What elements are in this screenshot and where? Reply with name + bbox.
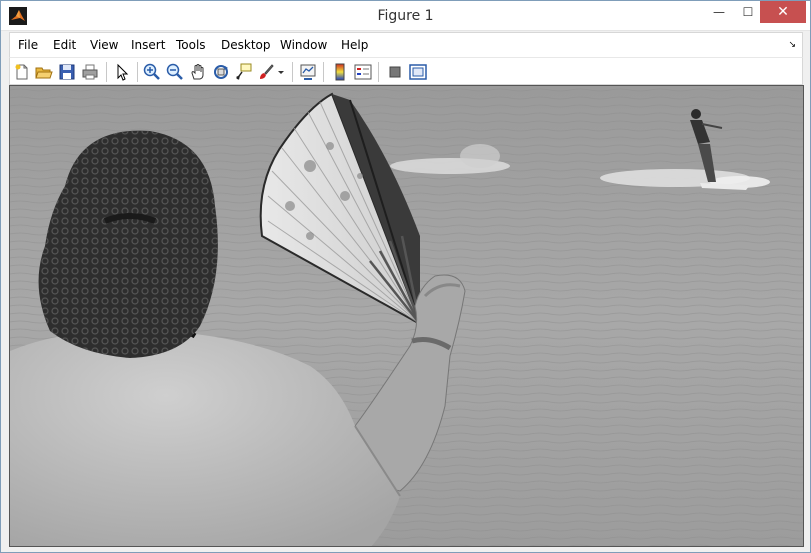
toolbar-separator	[292, 62, 293, 82]
zoom-out-icon[interactable]	[165, 62, 185, 82]
window-title: Figure 1	[377, 8, 434, 24]
menu-help[interactable]: Help	[341, 38, 368, 52]
menu-bar: File Edit View Insert Tools Desktop Wind…	[9, 32, 803, 57]
figure-toolbar	[9, 57, 803, 85]
figure-window: Figure 1 — ☐ ✕ File Edit View Insert Too…	[0, 0, 811, 553]
menubar-dock-icon[interactable]: ↘	[788, 39, 796, 50]
insert-colorbar-icon[interactable]	[330, 62, 350, 82]
title-bar[interactable]: Figure 1 — ☐ ✕	[1, 1, 810, 31]
zoom-in-icon[interactable]	[142, 62, 162, 82]
edit-plot-icon[interactable]	[112, 62, 132, 82]
rotate-3d-icon[interactable]	[211, 62, 231, 82]
insert-legend-icon[interactable]	[353, 62, 373, 82]
data-cursor-icon[interactable]	[234, 62, 254, 82]
maximize-button[interactable]: ☐	[733, 1, 763, 23]
menu-tools[interactable]: Tools	[176, 38, 206, 52]
menu-file[interactable]: File	[18, 38, 38, 52]
close-button[interactable]: ✕	[760, 1, 806, 23]
save-figure-icon[interactable]	[57, 62, 77, 82]
open-file-icon[interactable]	[34, 62, 54, 82]
menu-view[interactable]: View	[90, 38, 118, 52]
toolbar-separator	[137, 62, 138, 82]
menu-insert[interactable]: Insert	[131, 38, 165, 52]
show-plot-tools-icon[interactable]	[408, 62, 428, 82]
hide-plot-tools-icon[interactable]	[385, 62, 405, 82]
pan-icon[interactable]	[188, 62, 208, 82]
brush-icon[interactable]	[256, 62, 276, 82]
toolbar-separator	[106, 62, 107, 82]
figure-axes-image[interactable]	[9, 85, 804, 547]
menu-window[interactable]: Window	[280, 38, 327, 52]
link-plot-icon[interactable]	[298, 62, 318, 82]
minimize-button[interactable]: —	[704, 1, 734, 23]
print-figure-icon[interactable]	[80, 62, 100, 82]
grayscale-photo	[10, 86, 803, 546]
toolbar-separator	[378, 62, 379, 82]
new-figure-icon[interactable]	[12, 62, 32, 82]
toolbar-separator	[323, 62, 324, 82]
menu-desktop[interactable]: Desktop	[221, 38, 271, 52]
brush-dropdown-icon[interactable]	[276, 62, 286, 82]
menu-edit[interactable]: Edit	[53, 38, 76, 52]
